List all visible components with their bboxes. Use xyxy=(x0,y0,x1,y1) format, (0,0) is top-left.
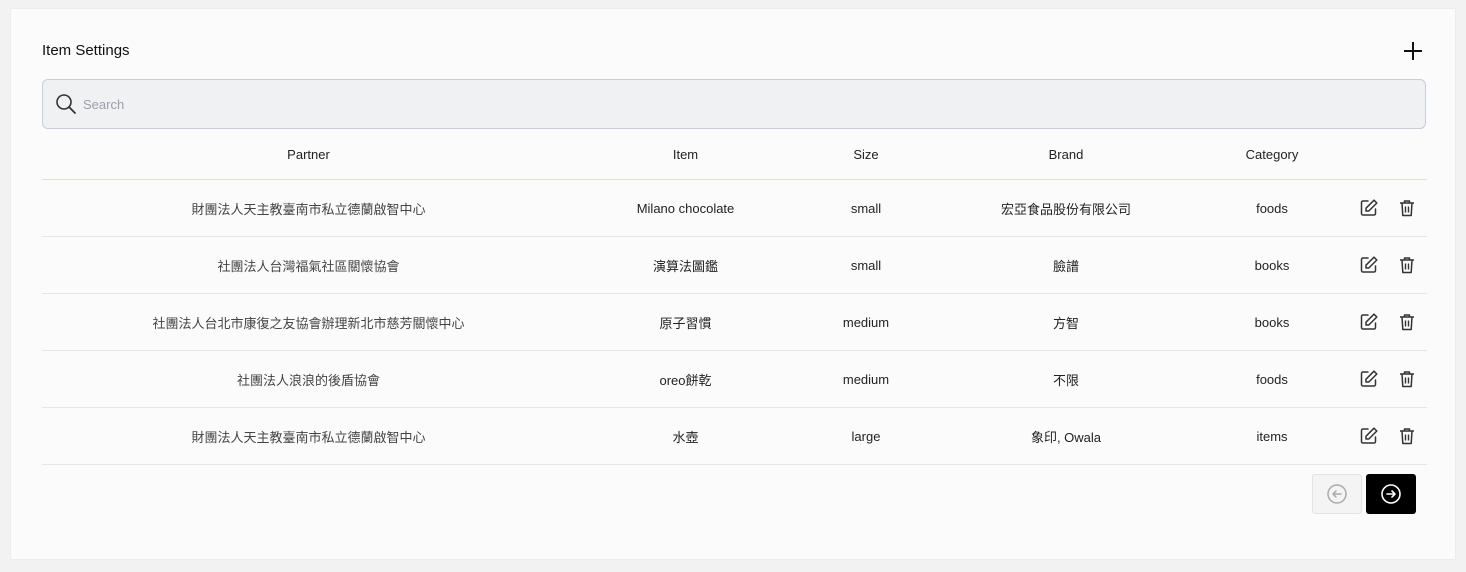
cell-size: large xyxy=(796,407,936,465)
search-bar xyxy=(42,79,1426,129)
cell-actions xyxy=(1348,179,1427,237)
cell-category: books xyxy=(1196,293,1348,351)
cell-partner: 社團法人台灣福氣社區關懷協會 xyxy=(42,236,575,294)
cell-size: small xyxy=(796,236,936,294)
cell-actions xyxy=(1348,236,1427,294)
column-header-brand: Brand xyxy=(936,129,1196,180)
cell-brand: 方智 xyxy=(936,293,1196,351)
item-settings-card: Item Settings Partner xyxy=(10,8,1456,560)
cell-size: medium xyxy=(796,293,936,351)
edit-icon[interactable] xyxy=(1359,312,1379,332)
cell-item: Milano chocolate xyxy=(575,179,796,237)
cell-size: small xyxy=(796,179,936,237)
cell-category: items xyxy=(1196,407,1348,465)
items-table: Partner Item Size Brand Category 財團法人天主教… xyxy=(42,129,1427,465)
cell-category: foods xyxy=(1196,179,1348,237)
column-header-partner: Partner xyxy=(42,129,575,180)
cell-actions xyxy=(1348,350,1427,408)
next-page-button[interactable] xyxy=(1366,474,1416,514)
page-title: Item Settings xyxy=(42,42,130,59)
cell-brand: 宏亞食品股份有限公司 xyxy=(936,179,1196,237)
table-row: 社團法人台北市康復之友協會辦理新北市慈芳關懷中心 原子習慣 medium 方智 … xyxy=(42,293,1427,351)
cell-brand: 象印, Owala xyxy=(936,407,1196,465)
cell-partner: 社團法人台北市康復之友協會辦理新北市慈芳關懷中心 xyxy=(42,293,575,351)
cell-item: 演算法圖鑑 xyxy=(575,236,796,294)
cell-partner: 財團法人天主教臺南市私立德蘭啟智中心 xyxy=(42,407,575,465)
cell-partner: 財團法人天主教臺南市私立德蘭啟智中心 xyxy=(42,179,575,237)
table-row: 財團法人天主教臺南市私立德蘭啟智中心 水壺 large 象印, Owala it… xyxy=(42,407,1427,465)
cell-brand: 臉譜 xyxy=(936,236,1196,294)
table-row: 社團法人浪浪的後盾協會 oreo餅乾 medium 不限 foods xyxy=(42,350,1427,408)
cell-item: 水壺 xyxy=(575,407,796,465)
arrow-left-circle-icon xyxy=(1327,484,1347,504)
arrow-right-circle-icon xyxy=(1381,484,1401,504)
search-input[interactable] xyxy=(81,95,1385,113)
cell-category: foods xyxy=(1196,350,1348,408)
cell-item: 原子習慣 xyxy=(575,293,796,351)
cell-size: medium xyxy=(796,350,936,408)
cell-partner: 社團法人浪浪的後盾協會 xyxy=(42,350,575,408)
table-header-row: Partner Item Size Brand Category xyxy=(42,129,1427,180)
trash-icon[interactable] xyxy=(1397,198,1417,218)
edit-icon[interactable] xyxy=(1359,255,1379,275)
cell-actions xyxy=(1348,293,1427,351)
plus-icon xyxy=(1404,42,1422,60)
edit-icon[interactable] xyxy=(1359,369,1379,389)
column-header-item: Item xyxy=(575,129,796,180)
trash-icon[interactable] xyxy=(1397,312,1417,332)
cell-item: oreo餅乾 xyxy=(575,350,796,408)
previous-page-button[interactable] xyxy=(1312,474,1362,514)
trash-icon[interactable] xyxy=(1397,426,1417,446)
trash-icon[interactable] xyxy=(1397,369,1417,389)
cell-actions xyxy=(1348,407,1427,465)
column-header-actions xyxy=(1348,129,1427,180)
column-header-category: Category xyxy=(1196,129,1348,180)
add-item-button[interactable] xyxy=(1399,37,1427,65)
table-row: 財團法人天主教臺南市私立德蘭啟智中心 Milano chocolate smal… xyxy=(42,179,1427,237)
search-icon xyxy=(55,93,77,115)
column-header-size: Size xyxy=(796,129,936,180)
edit-icon[interactable] xyxy=(1359,198,1379,218)
cell-category: books xyxy=(1196,236,1348,294)
cell-brand: 不限 xyxy=(936,350,1196,408)
table-row: 社團法人台灣福氣社區關懷協會 演算法圖鑑 small 臉譜 books xyxy=(42,236,1427,294)
card-header: Item Settings xyxy=(42,37,1427,65)
edit-icon[interactable] xyxy=(1359,426,1379,446)
pagination xyxy=(1312,474,1416,514)
trash-icon[interactable] xyxy=(1397,255,1417,275)
